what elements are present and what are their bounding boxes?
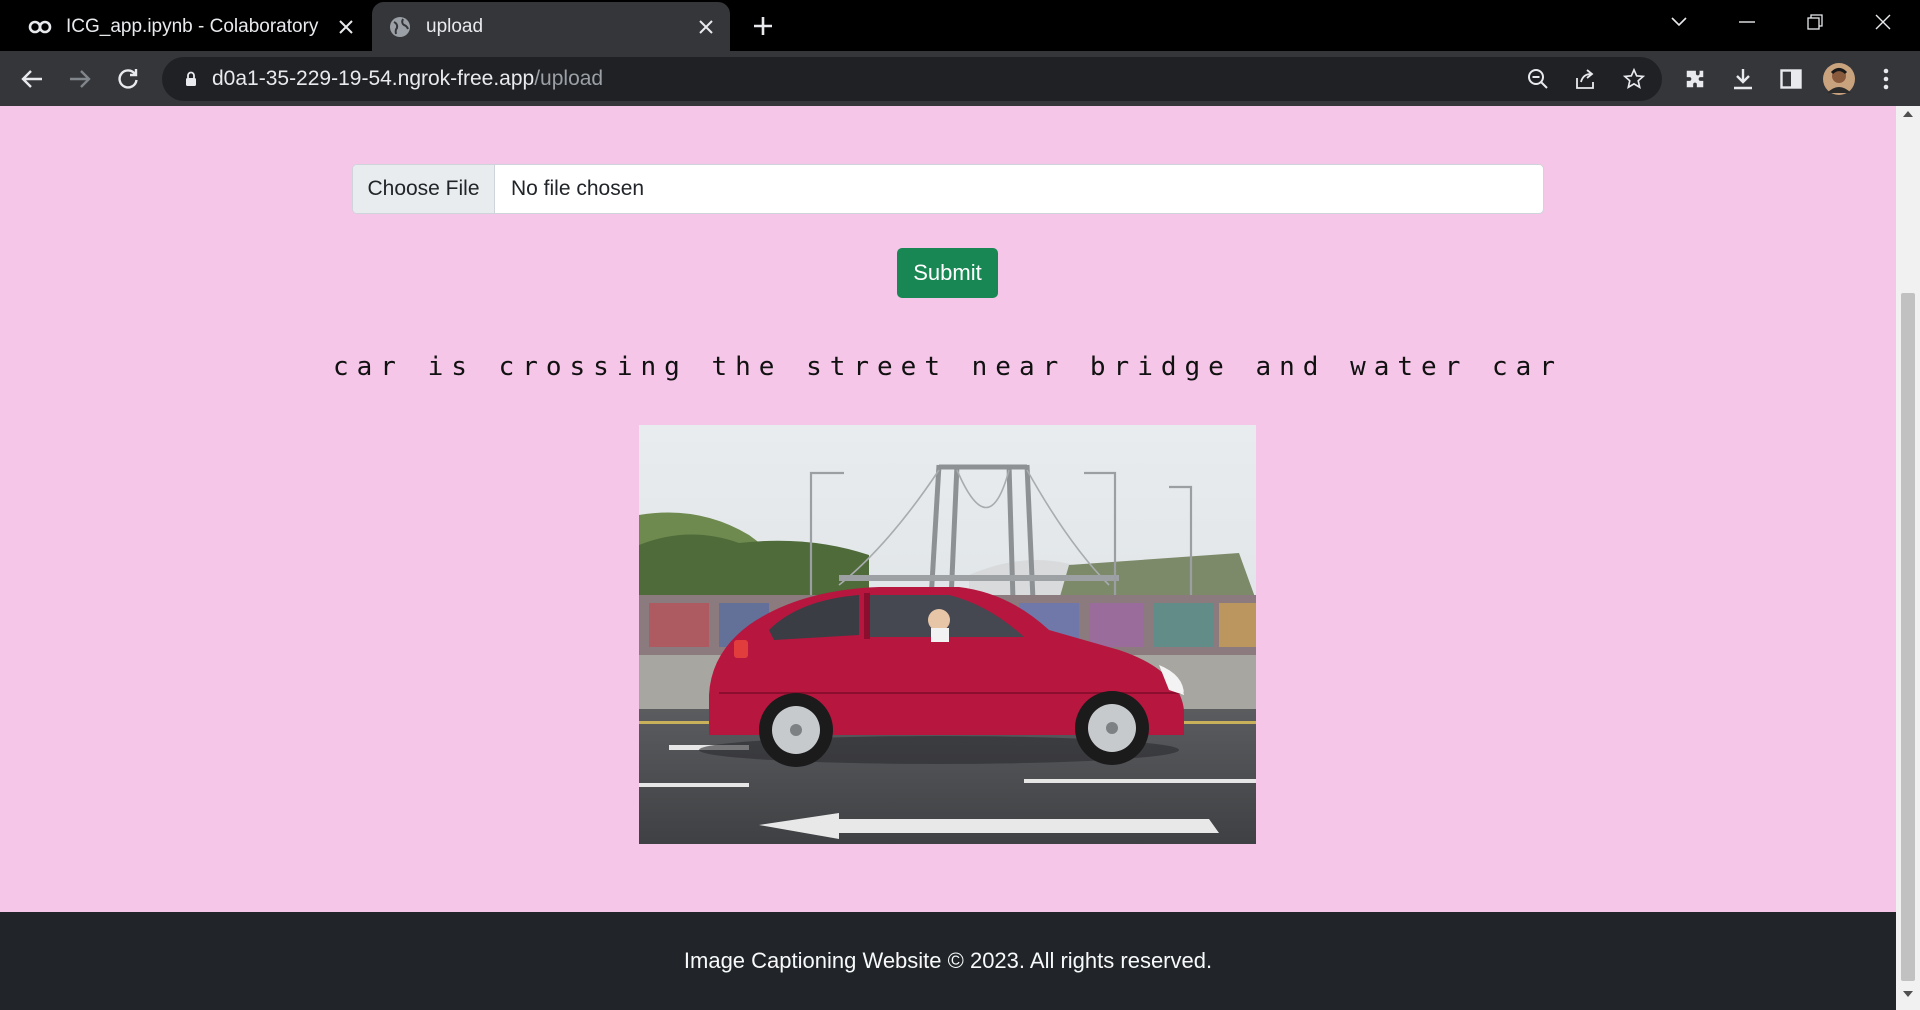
tab-upload[interactable]: upload (372, 2, 730, 51)
tab-search-chevron-icon[interactable] (1645, 0, 1713, 44)
lock-icon[interactable] (174, 62, 208, 96)
vertical-scrollbar[interactable] (1896, 106, 1920, 1010)
tab-title: upload (426, 15, 484, 37)
choose-file-button[interactable]: Choose File (353, 165, 495, 213)
tab-strip: ICG_app.ipynb - Colaboratory upload (0, 0, 1920, 51)
close-tab-icon[interactable] (692, 13, 720, 41)
close-window-icon[interactable] (1849, 0, 1917, 44)
forward-arrow-icon[interactable] (63, 62, 97, 96)
site-footer: Image Captioning Website © 2023. All rig… (0, 912, 1896, 1010)
submit-button[interactable]: Submit (897, 248, 998, 298)
url-path: /upload (534, 67, 604, 90)
colab-icon (28, 15, 52, 39)
new-tab-icon[interactable] (748, 11, 778, 41)
url-text[interactable]: d0a1-35-229-19-54.ngrok-free.app/upload (212, 57, 603, 101)
minimize-icon[interactable] (1713, 0, 1781, 44)
side-panel-icon[interactable] (1774, 62, 1808, 96)
restore-icon[interactable] (1781, 0, 1849, 44)
scroll-down-arrow-icon[interactable] (1896, 990, 1920, 1006)
file-input[interactable]: Choose File No file chosen (352, 164, 1544, 214)
profile-avatar[interactable] (1822, 62, 1856, 96)
tab-title: ICG_app.ipynb - Colaboratory (66, 15, 319, 37)
download-icon[interactable] (1726, 62, 1760, 96)
extensions-puzzle-icon[interactable] (1678, 62, 1712, 96)
uploaded-image (639, 425, 1256, 844)
close-tab-icon[interactable] (332, 13, 360, 41)
address-bar[interactable]: d0a1-35-229-19-54.ngrok-free.app/upload (162, 57, 1662, 101)
url-host: d0a1-35-229-19-54.ngrok-free.app (212, 67, 535, 90)
zoom-out-icon[interactable] (1521, 62, 1555, 96)
bookmark-star-icon[interactable] (1617, 62, 1651, 96)
file-status-text: No file chosen (511, 177, 645, 200)
globe-icon (388, 15, 412, 39)
back-arrow-icon[interactable] (15, 62, 49, 96)
scrollbar-thumb[interactable] (1901, 293, 1915, 981)
page-viewport: Choose File No file chosen Submit car is… (0, 106, 1920, 1010)
share-icon[interactable] (1569, 62, 1603, 96)
scroll-up-arrow-icon[interactable] (1896, 110, 1920, 126)
more-menu-icon[interactable] (1869, 62, 1903, 96)
reload-icon[interactable] (111, 62, 145, 96)
tab-colab[interactable]: ICG_app.ipynb - Colaboratory (12, 2, 370, 51)
browser-toolbar: d0a1-35-229-19-54.ngrok-free.app/upload (0, 51, 1920, 106)
generated-caption: car is crossing the street near bridge a… (333, 352, 1563, 382)
